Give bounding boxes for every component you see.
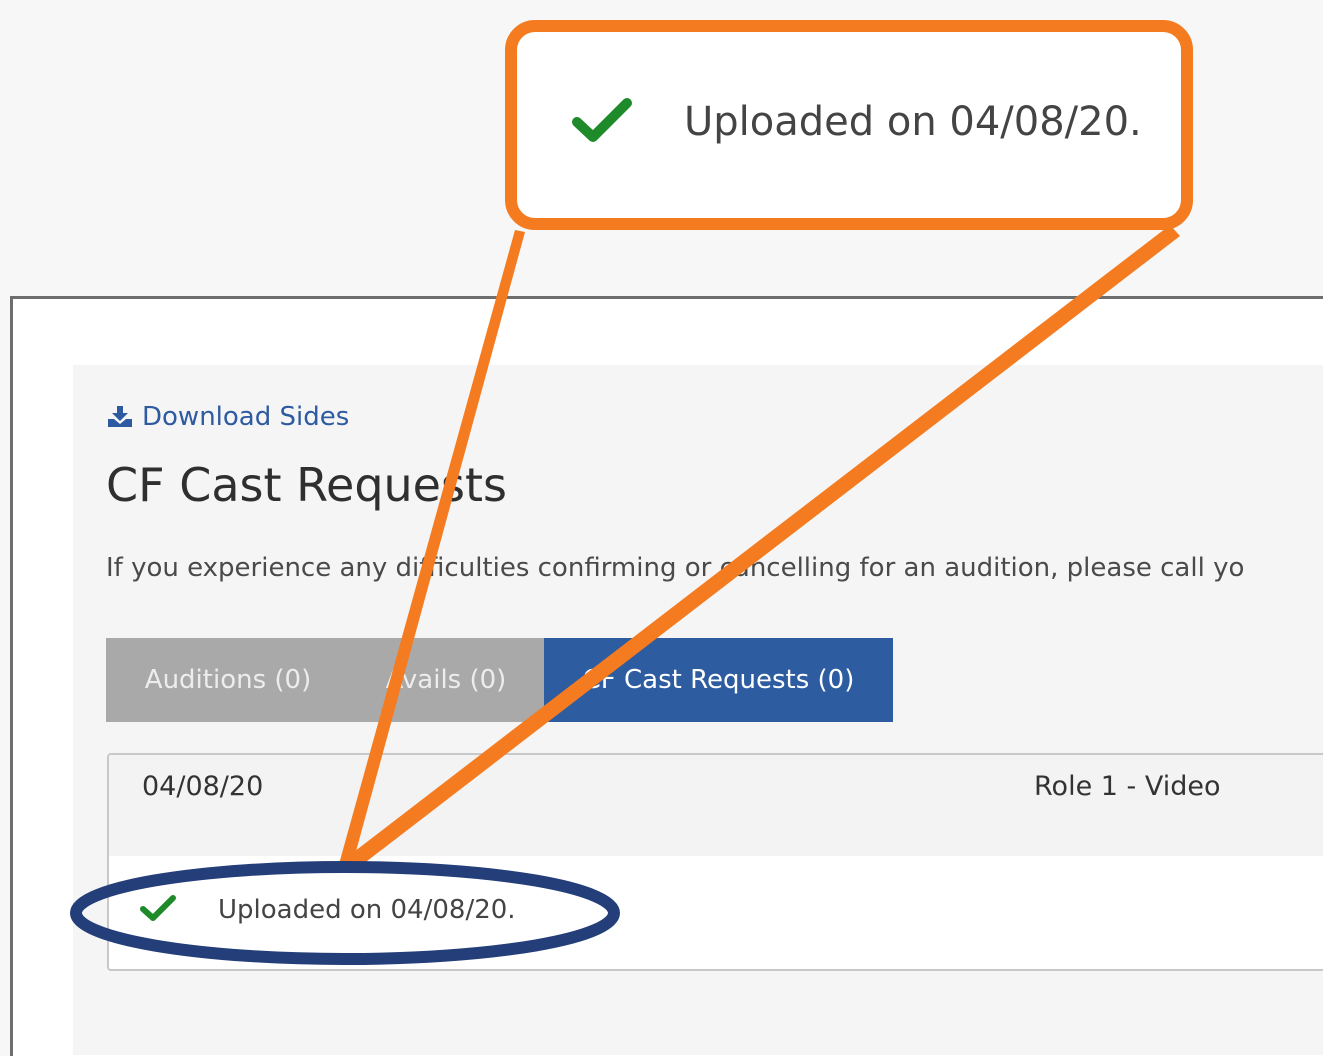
- request-card: 04/08/20 Role 1 - Video Uploaded on 04/0…: [107, 753, 1323, 971]
- request-date: 04/08/20: [142, 771, 264, 802]
- request-role: Role 1 - Video: [1034, 771, 1221, 802]
- request-card-header: 04/08/20 Role 1 - Video: [109, 755, 1323, 856]
- callout-status-text: Uploaded on 04/08/20.: [684, 99, 1142, 145]
- tab-bar: Auditions (0) Avails (0) CF Cast Request…: [106, 638, 893, 722]
- download-icon: [106, 405, 134, 429]
- checkmark-icon: [140, 894, 176, 926]
- download-sides-link[interactable]: Download Sides: [106, 402, 349, 432]
- download-sides-label: Download Sides: [142, 402, 350, 432]
- upload-status-text: Uploaded on 04/08/20.: [218, 895, 516, 925]
- request-card-body: Uploaded on 04/08/20.: [109, 856, 1323, 969]
- page-title: CF Cast Requests: [106, 458, 507, 512]
- info-text: If you experience any difficulties confi…: [106, 553, 1245, 583]
- tab-cf-cast-requests[interactable]: CF Cast Requests (0): [544, 638, 893, 722]
- upload-status: Uploaded on 04/08/20.: [140, 894, 516, 926]
- tab-avails[interactable]: Avails (0): [348, 638, 544, 722]
- tab-auditions[interactable]: Auditions (0): [106, 638, 348, 722]
- checkmark-icon: [572, 97, 632, 147]
- callout-upload-status: Uploaded on 04/08/20.: [572, 97, 1142, 147]
- zoom-callout: Uploaded on 04/08/20.: [505, 20, 1193, 230]
